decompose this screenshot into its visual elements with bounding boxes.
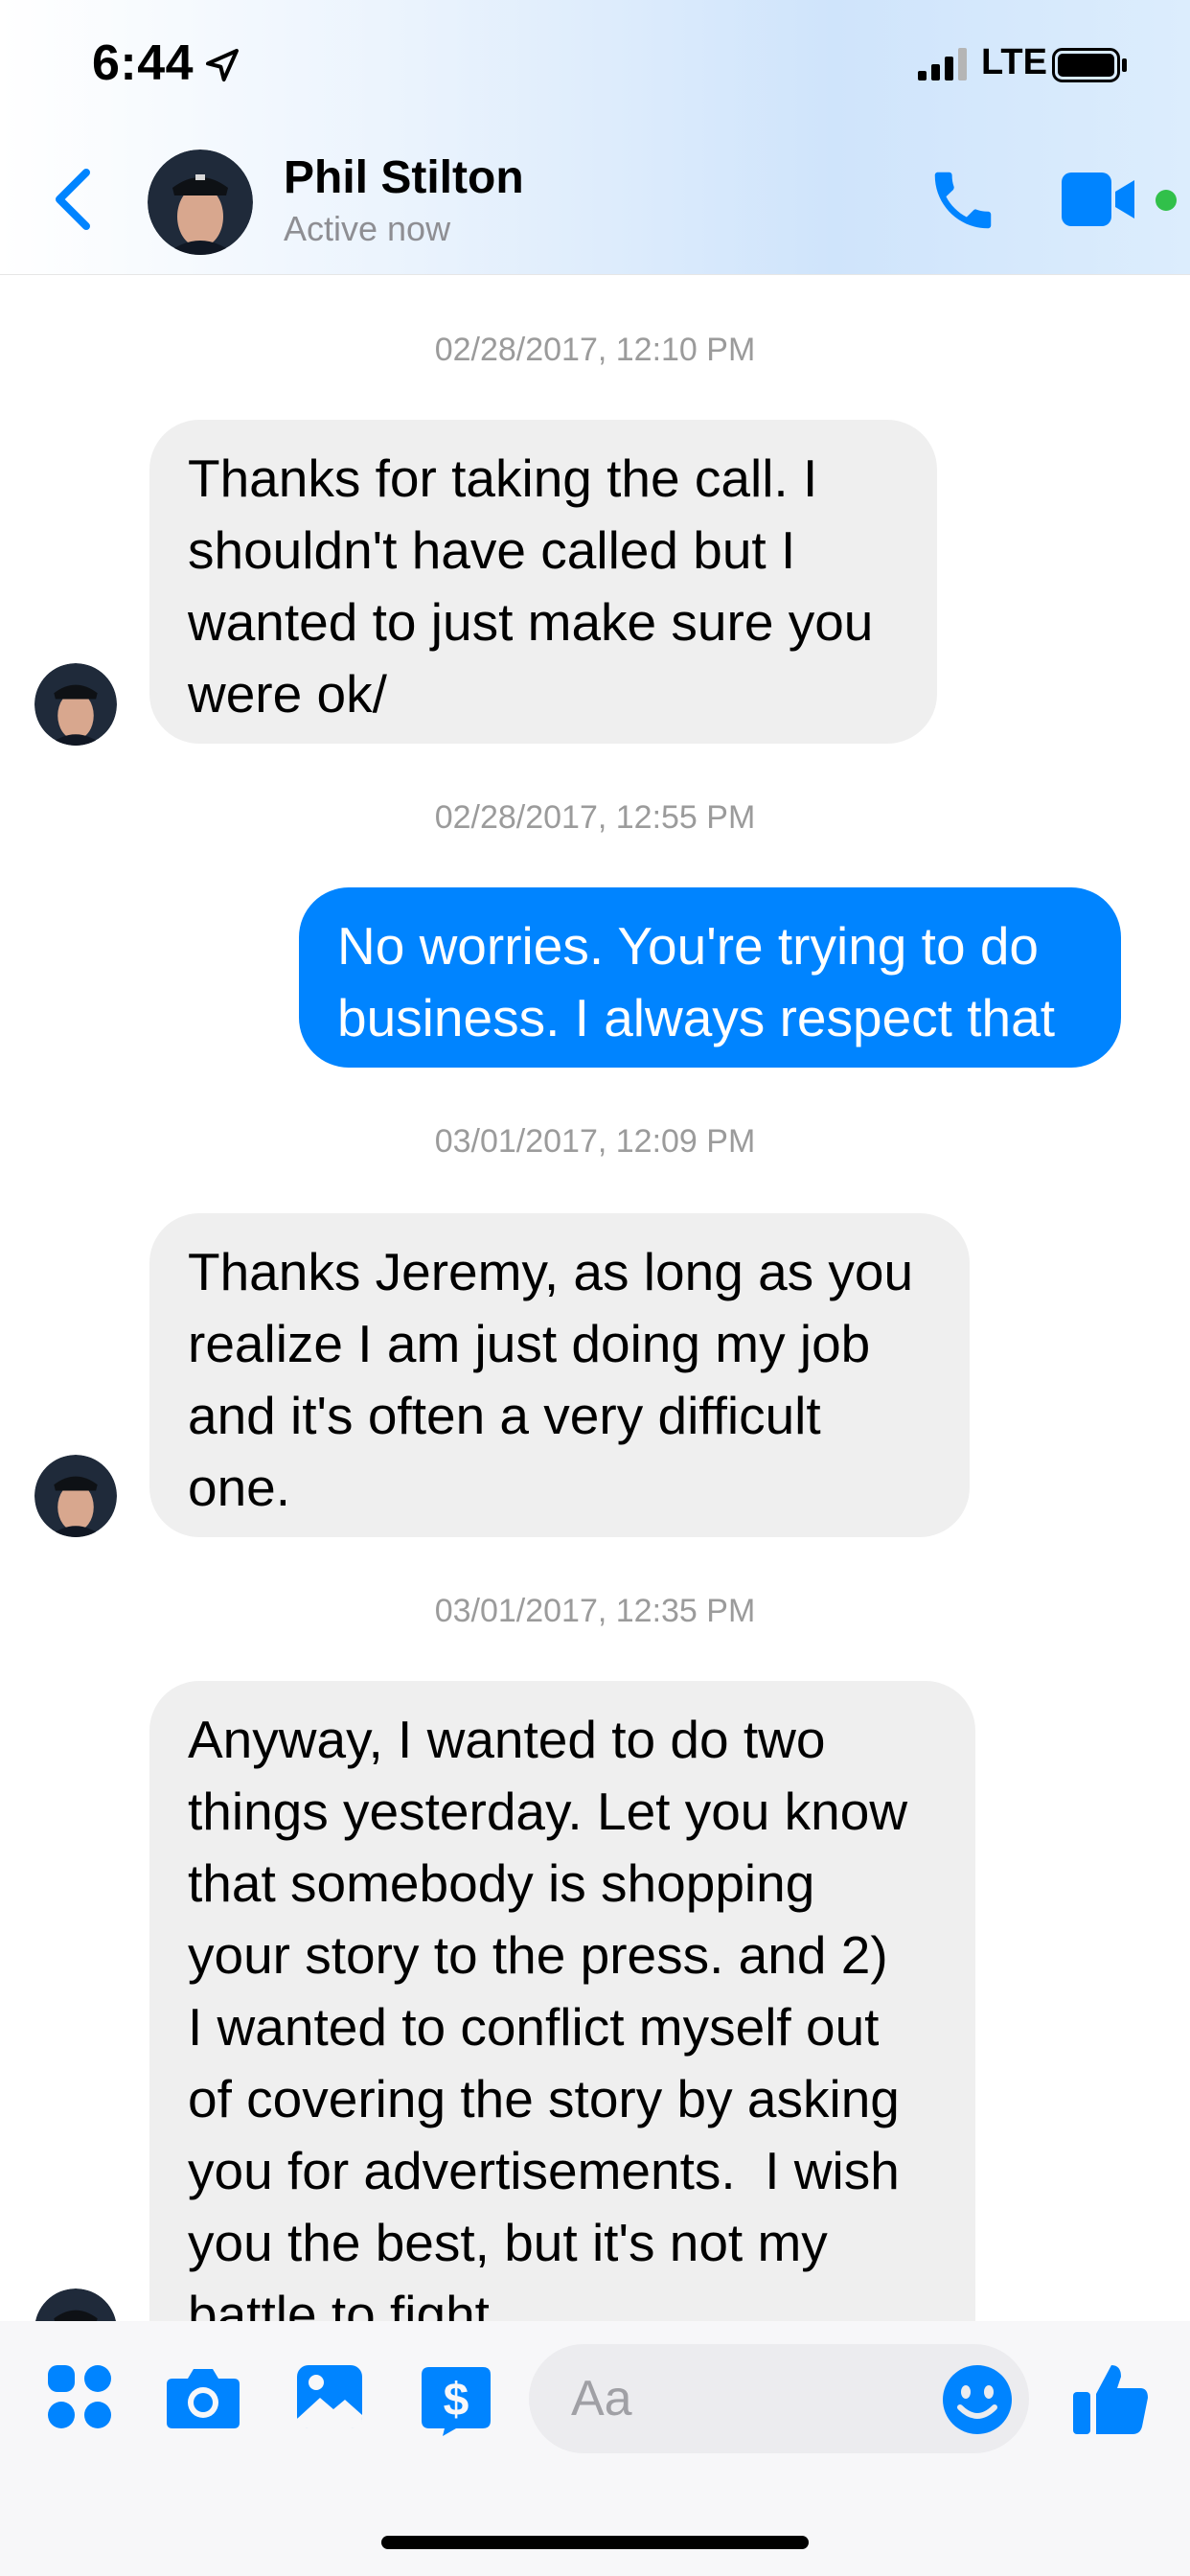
battery-icon [1052,48,1127,82]
more-apps-icon[interactable] [46,2363,113,2430]
incoming-message[interactable]: Anyway, I wanted to do two things yester… [149,1681,975,2321]
message-timestamp: 03/01/2017, 12:09 PM [434,1123,756,1160]
location-arrow-icon [206,49,239,81]
message-input[interactable] [571,2371,916,2426]
emoji-icon[interactable] [941,2363,1014,2436]
back-chevron-icon[interactable] [46,161,103,238]
top-bar: 6:44 LTE Phil Stilton Active now [0,0,1190,275]
svg-text:$: $ [444,2375,469,2426]
message-timestamp: 02/28/2017, 12:10 PM [434,332,756,368]
status-time: 6:44 [92,35,195,91]
network-type: LTE [981,42,1047,82]
sender-avatar[interactable] [34,663,117,746]
home-indicator [381,2536,809,2549]
message-input-wrapper[interactable] [529,2344,1029,2453]
message-timestamp: 03/01/2017, 12:35 PM [434,1593,756,1629]
online-indicator [1156,190,1177,211]
sender-avatar[interactable] [34,2288,117,2321]
contact-avatar[interactable] [148,150,253,255]
message-timestamp: 02/28/2017, 12:55 PM [434,799,756,836]
message-list[interactable]: 02/28/2017, 12:10 PM Thanks for taking t… [0,276,1190,2321]
outgoing-message[interactable]: No worries. You're trying to do business… [299,887,1121,1068]
camera-icon[interactable] [165,2363,241,2430]
thumbs-up-icon[interactable] [1071,2359,1150,2438]
payment-icon[interactable]: $ [418,2363,494,2436]
contact-status: Active now [284,209,451,248]
incoming-message[interactable]: Thanks Jeremy, as long as you realize I … [149,1213,970,1537]
phone-icon[interactable] [926,163,1000,238]
contact-name[interactable]: Phil Stilton [284,151,524,204]
incoming-message[interactable]: Thanks for taking the call. I shouldn't … [149,420,937,744]
photo-icon[interactable] [295,2363,364,2430]
sender-avatar[interactable] [34,1455,117,1537]
video-call-icon[interactable] [1062,172,1138,226]
signal-icon [918,48,967,80]
